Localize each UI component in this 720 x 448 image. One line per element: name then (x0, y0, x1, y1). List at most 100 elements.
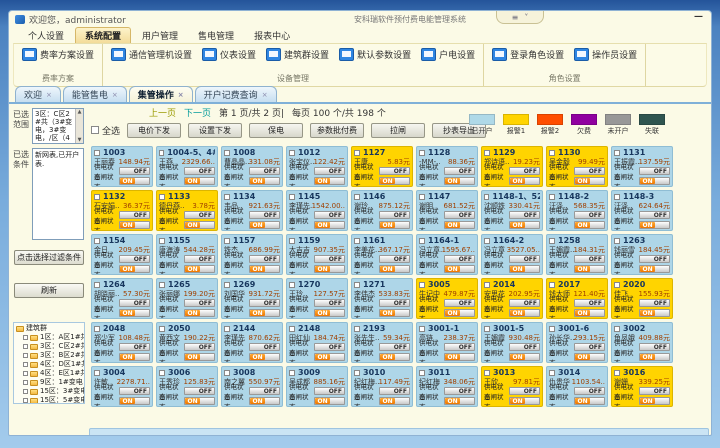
supply-status-toggle[interactable]: OFF (509, 167, 540, 175)
meter-card[interactable]: 2014 安思花 202.95元 供电状态 OFF 合闸状态 (481, 278, 543, 319)
meter-card[interactable]: 3006 王秀珍 125.83元 供电状态 OFF 合闸状态 (156, 366, 218, 407)
meter-card[interactable]: 1003 王丽春 148.94元 供电状态 OFF 合闸状态 (91, 146, 153, 187)
meter-card[interactable]: 1012 张宝仪.. 122.42元 供电状态 OFF 合闸状态 (286, 146, 348, 187)
switch-status-toggle[interactable]: ON (119, 265, 150, 273)
switch-status-toggle[interactable]: ON (574, 397, 605, 405)
next-page-link[interactable]: 下一页 (184, 106, 211, 119)
card-checkbox[interactable] (159, 326, 165, 332)
supply-status-toggle[interactable]: OFF (119, 343, 150, 351)
card-checkbox[interactable] (614, 282, 620, 288)
ribbon-button[interactable]: 费率方案设置 (22, 48, 94, 61)
supply-status-toggle[interactable]: OFF (509, 211, 540, 219)
doc-tab[interactable]: 集管操作 × (129, 86, 193, 102)
supply-status-toggle[interactable]: OFF (184, 255, 215, 263)
supply-status-toggle[interactable]: OFF (639, 299, 670, 307)
switch-status-toggle[interactable]: ON (639, 353, 670, 361)
card-checkbox[interactable] (484, 238, 490, 244)
tree-item[interactable]: 4区：D区1#共（F区1# (16, 360, 84, 369)
card-checkbox[interactable] (224, 326, 230, 332)
ribbon-button[interactable]: 登录角色设置 (492, 48, 564, 61)
card-checkbox[interactable] (224, 282, 230, 288)
close-icon[interactable]: × (112, 91, 118, 99)
card-checkbox[interactable] (224, 150, 230, 156)
meter-card[interactable]: 3016 谢姗 339.25元 供电状态 OFF 合闸状态 (611, 366, 673, 407)
supply-status-toggle[interactable]: OFF (314, 343, 345, 351)
supply-status-toggle[interactable]: OFF (119, 255, 150, 263)
supply-status-toggle[interactable]: OFF (444, 167, 475, 175)
tree-item-checkbox[interactable] (23, 380, 28, 385)
switch-status-toggle[interactable]: ON (249, 265, 280, 273)
supply-status-toggle[interactable]: OFF (184, 167, 215, 175)
switch-status-toggle[interactable]: ON (119, 309, 150, 317)
switch-status-toggle[interactable]: ON (639, 221, 670, 229)
meter-card[interactable]: 3008 南之翼 550.97元 供电状态 OFF 合闸状态 (221, 366, 283, 407)
switch-status-toggle[interactable]: ON (314, 397, 345, 405)
switch-status-toggle[interactable]: ON (639, 397, 670, 405)
card-checkbox[interactable] (94, 194, 100, 200)
card-checkbox[interactable] (159, 282, 165, 288)
switch-status-toggle[interactable]: ON (379, 397, 410, 405)
card-checkbox[interactable] (549, 194, 555, 200)
supply-status-toggle[interactable]: OFF (119, 211, 150, 219)
meter-card[interactable]: 1269 刘国华 931.72元 供电状态 OFF 合闸状态 (221, 278, 283, 319)
meter-card[interactable]: 1148-3 汪泽.. 624.64元 供电状态 OFF 合闸状态 (611, 190, 673, 231)
close-icon[interactable]: × (262, 91, 268, 99)
switch-status-toggle[interactable]: ON (639, 309, 670, 317)
ribbon-button[interactable]: 户电设置 (421, 48, 475, 61)
card-checkbox[interactable] (354, 150, 360, 156)
switch-status-toggle[interactable]: ON (444, 353, 475, 361)
switch-status-toggle[interactable]: ON (249, 397, 280, 405)
meter-card[interactable]: 1263 钱丽雪 184.45元 供电状态 OFF 合闸状态 (611, 234, 673, 275)
ribbon-button[interactable]: 建筑群设置 (266, 48, 329, 61)
card-checkbox[interactable] (419, 282, 425, 288)
meter-card[interactable]: 1008 曹晶晶.. 331.08元 供电状态 OFF 合闸状态 (221, 146, 283, 187)
supply-status-toggle[interactable]: OFF (314, 387, 345, 395)
card-checkbox[interactable] (484, 370, 490, 376)
supply-status-toggle[interactable]: OFF (639, 211, 670, 219)
card-checkbox[interactable] (484, 326, 490, 332)
ribbon-button[interactable]: 通信管理机设置 (111, 48, 192, 61)
tree-item[interactable]: 3区：B区2#共（D区1 (16, 351, 84, 360)
supply-status-toggle[interactable]: OFF (119, 387, 150, 395)
supply-status-toggle[interactable]: OFF (574, 167, 605, 175)
switch-status-toggle[interactable]: ON (509, 221, 540, 229)
ribbon-button[interactable]: 操作员设置 (574, 48, 637, 61)
doc-tab[interactable]: 开户记费查询 × (195, 86, 277, 102)
supply-status-toggle[interactable]: OFF (574, 255, 605, 263)
switch-status-toggle[interactable]: ON (444, 309, 475, 317)
supply-status-toggle[interactable]: OFF (639, 387, 670, 395)
switch-status-toggle[interactable]: ON (314, 353, 345, 361)
card-checkbox[interactable] (419, 150, 425, 156)
listbox-scrollbar[interactable]: ▲ ▼ (75, 109, 83, 143)
switch-status-toggle[interactable]: ON (639, 177, 670, 185)
meter-card[interactable]: 1264 胡晓丽.. 57.30元 供电状态 OFF 合闸状态 (91, 278, 153, 319)
switch-status-toggle[interactable]: ON (444, 177, 475, 185)
meter-card[interactable]: 1148-2 汪泽.. 568.35元 供电状态 OFF 合闸状态 (546, 190, 608, 231)
meter-card[interactable]: 1128 -MM-.. 88.36元 供电状态 OFF 合闸状态 (416, 146, 478, 187)
supply-status-toggle[interactable]: OFF (444, 387, 475, 395)
toolbar-button[interactable]: 电价下发 (127, 123, 181, 138)
card-checkbox[interactable] (484, 282, 490, 288)
card-checkbox[interactable] (94, 370, 100, 376)
switch-status-toggle[interactable]: ON (184, 221, 215, 229)
meter-card[interactable]: 2193 张先生.. 59.34元 供电状态 OFF 合闸状态 (351, 322, 413, 363)
card-checkbox[interactable] (289, 282, 295, 288)
switch-status-toggle[interactable]: ON (444, 265, 475, 273)
meter-card[interactable]: 3011 纪红梅 348.06元 供电状态 OFF 合闸状态 (416, 366, 478, 407)
tree-item[interactable]: 1区：A区1#共 (16, 333, 84, 342)
toolbar-button[interactable]: 设置下发 (188, 123, 242, 138)
meter-card[interactable]: 1161 李美花.. 367.17元 供电状态 OFF 合闸状态 (351, 234, 413, 275)
switch-status-toggle[interactable]: ON (509, 309, 540, 317)
card-checkbox[interactable] (354, 326, 360, 332)
supply-status-toggle[interactable]: OFF (444, 343, 475, 351)
meter-card[interactable]: 1133 德丹燕.. 3.78元 供电状态 OFF 合闸状态 (156, 190, 218, 231)
tree-item-checkbox[interactable] (23, 371, 28, 376)
tree-item-checkbox[interactable] (23, 362, 28, 367)
supply-status-toggle[interactable]: OFF (184, 343, 215, 351)
switch-status-toggle[interactable]: ON (119, 221, 150, 229)
supply-status-toggle[interactable]: OFF (444, 211, 475, 219)
collapse-icon[interactable]: ˅ (524, 13, 528, 22)
toolbar-button[interactable]: 保电 (249, 123, 303, 138)
supply-status-toggle[interactable]: OFF (574, 299, 605, 307)
minimize-button[interactable]: — (694, 12, 703, 22)
